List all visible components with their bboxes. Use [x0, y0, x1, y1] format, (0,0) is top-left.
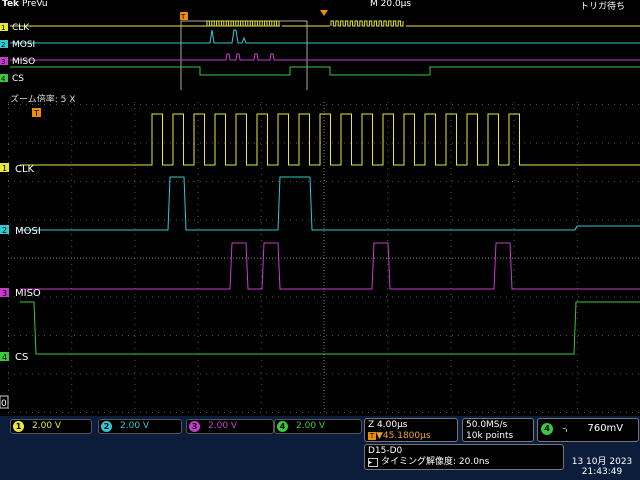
trigger-level-readout: 760mV	[587, 423, 624, 434]
zoom-label-cs: CS	[15, 352, 28, 363]
mode-text: PreVu	[22, 0, 48, 9]
zoom-timing-panel[interactable]: Z 4.00µs T ▼45.1800µs	[364, 418, 458, 442]
sample-rate-readout: 50.0MS/s	[466, 420, 508, 430]
zoom-label-clk: CLK	[15, 164, 35, 175]
bus-panel[interactable]: D15-D0 ▸ タイミング解像度: 20.0ns	[364, 444, 564, 470]
trigger-position-icon: T	[368, 432, 376, 440]
svg-text:4: 4	[2, 353, 7, 362]
falling-edge-icon: ⌍	[562, 423, 571, 434]
svg-text:1: 1	[2, 164, 7, 173]
timebase-readout: M 20.0µs	[370, 0, 412, 9]
zoom-label-miso: MISO	[15, 288, 41, 299]
brand-logo: Tek PreVu	[2, 0, 48, 9]
svg-text:2: 2	[1, 41, 5, 49]
time-readout: 21:43:49	[581, 467, 623, 477]
ch3-scale[interactable]: 3 2.00 V	[186, 419, 274, 434]
overview-waveform-display[interactable]: T 1 CLK 2 MOSI 3 MISO 4 CS	[0, 10, 640, 90]
svg-text:2: 2	[2, 226, 7, 235]
svg-text:4: 4	[1, 75, 6, 83]
overview-label-cs: CS	[12, 74, 24, 84]
svg-text:T: T	[33, 109, 39, 118]
zoom-scale-readout: Z 4.00µs	[368, 420, 408, 430]
overview-label-miso: MISO	[12, 57, 35, 67]
top-status-bar: Tek PreVu M 20.0µs トリガ待ち	[0, 0, 640, 12]
svg-text:3: 3	[1, 58, 5, 66]
timing-icon: ▸	[368, 458, 378, 467]
trigger-panel[interactable]: 4 ⌍ 760mV	[537, 418, 639, 442]
ground-marker: 0	[1, 399, 7, 409]
ch2-scale[interactable]: 2 2.00 V	[98, 419, 182, 434]
overview-label-clk: CLK	[12, 23, 30, 33]
trigger-source-badge: 4	[541, 423, 553, 435]
date-readout: 13 10月 2023	[571, 457, 633, 467]
bus-label: D15-D0	[368, 446, 403, 456]
svg-text:T: T	[180, 13, 186, 21]
timing-resolution: タイミング解像度: 20.0ns	[381, 457, 490, 467]
svg-text:1: 1	[1, 24, 5, 32]
ch1-scale[interactable]: 1 2.00 V	[10, 419, 92, 434]
brand-text: Tek	[2, 0, 20, 9]
acquisition-panel[interactable]: 50.0MS/s 10k points	[462, 418, 534, 442]
ch4-scale[interactable]: 4 2.00 V	[274, 419, 362, 434]
datetime-display: 13 10月 2023 21:43:49	[566, 457, 638, 477]
overview-label-mosi: MOSI	[12, 40, 35, 50]
record-length-readout: 10k points	[466, 431, 514, 441]
zoom-label-mosi: MOSI	[15, 226, 41, 237]
zoom-waveform-display[interactable]: T 1 CLK 2 MOSI 3 MISO 4 CS 0	[0, 102, 640, 414]
svg-text:3: 3	[2, 289, 7, 298]
trigger-position-readout: ▼45.1800µs	[376, 431, 431, 441]
